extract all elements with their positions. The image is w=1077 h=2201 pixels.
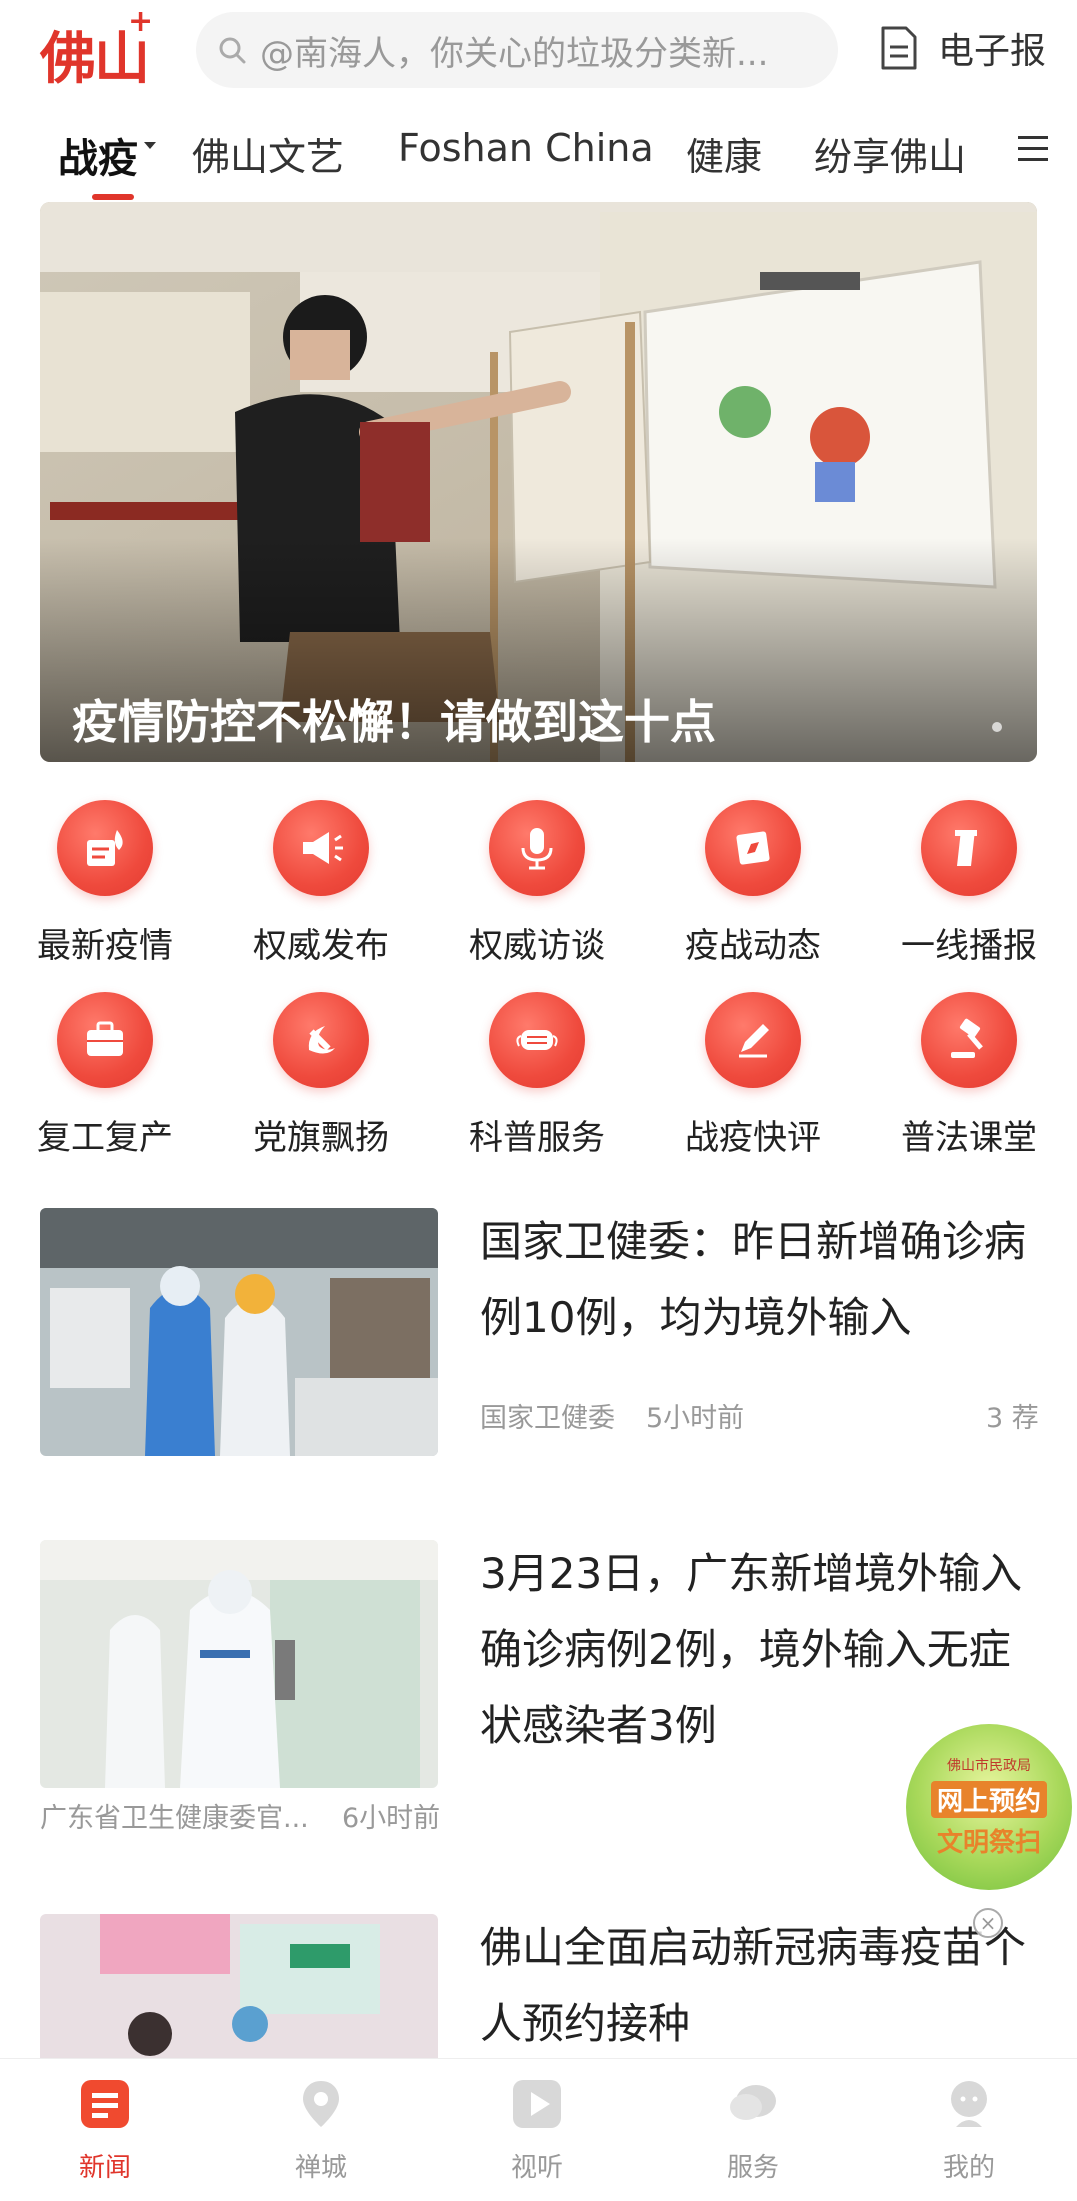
header: 佛山 + @南海人，你关心的垃圾分类新... 电子报 xyxy=(0,0,1077,100)
megaphone-icon xyxy=(273,800,369,896)
nav-label: 视听 xyxy=(510,2153,563,2183)
search-placeholder: @南海人，你关心的垃圾分类新... xyxy=(260,33,769,74)
gavel-icon xyxy=(921,992,1017,1088)
nav-profile[interactable]: 我的 xyxy=(899,2077,1039,2184)
document-icon xyxy=(881,26,917,70)
epaper-label: 电子报 xyxy=(938,31,1047,72)
news-thumbnail xyxy=(40,1540,438,1788)
news-title: 佛山全面启动新冠病毒疫苗个人预约接种 xyxy=(480,1923,1027,2048)
tab-foshan-wenyi[interactable]: 佛山文艺 xyxy=(192,126,344,181)
profile-icon xyxy=(951,2081,987,2127)
grid-item-interview[interactable]: 权威访谈 xyxy=(437,800,637,967)
epaper-button[interactable]: 电子报 xyxy=(880,22,1046,74)
news-title: 国家卫健委：昨日新增确诊病例10例，均为境外输入 xyxy=(480,1217,1027,1342)
nav-label: 新闻 xyxy=(78,2153,131,2183)
chat-icon xyxy=(730,2085,776,2120)
active-tab-indicator xyxy=(92,194,134,200)
close-icon[interactable]: × xyxy=(973,1908,1003,1938)
floating-promo-badge[interactable]: 佛山市民政局 网上预约 文明祭扫 xyxy=(906,1724,1072,1890)
nav-service[interactable]: 服务 xyxy=(683,2077,823,2184)
nav-label: 禅城 xyxy=(294,2153,347,2183)
grid-label: 复工复产 xyxy=(37,1118,173,1158)
grid-label: 一线播报 xyxy=(901,926,1037,966)
hero-banner[interactable]: 疫情防控不松懈！请做到这十点 xyxy=(40,202,1037,762)
channel-tabs: 战疫 佛山文艺 Foshan China 健康 纷享佛山 xyxy=(0,110,1077,200)
news-thumbnail xyxy=(40,1914,438,2058)
hero-caption: 疫情防控不松懈！请做到这十点 xyxy=(72,695,716,749)
tab-fenxiang-foshan[interactable]: 纷享佛山 xyxy=(814,126,966,181)
logo-plus-mark: + xyxy=(128,4,154,39)
menu-icon[interactable] xyxy=(1018,136,1048,162)
nav-label: 服务 xyxy=(726,2153,779,2183)
grid-label: 疫战动态 xyxy=(685,926,821,966)
microphone-icon xyxy=(489,800,585,896)
news-time: 5小时前 xyxy=(646,1403,745,1434)
news-recommend-count: 3 荐 xyxy=(986,1403,1039,1434)
grid-item-party-flag[interactable]: 党旗飘扬 xyxy=(221,992,421,1159)
tab-zhanyi[interactable]: 战疫 xyxy=(58,126,138,184)
nav-news[interactable]: 新闻 xyxy=(35,2077,175,2184)
grid-label: 权威访谈 xyxy=(469,926,605,966)
grid-label: 战疫快评 xyxy=(685,1118,821,1158)
grid-item-resume-work[interactable]: 复工复产 xyxy=(5,992,205,1159)
news-icon xyxy=(81,2080,129,2128)
tab-health[interactable]: 健康 xyxy=(686,126,762,181)
play-icon xyxy=(513,2080,561,2128)
grid-item-commentary[interactable]: 战疫快评 xyxy=(653,992,853,1159)
number-one-icon xyxy=(921,800,1017,896)
grid-item-science-service[interactable]: 科普服务 xyxy=(437,992,637,1159)
grid-item-battle-news[interactable]: 疫战动态 xyxy=(653,800,853,967)
promo-line1: 网上预约 xyxy=(930,1781,1047,1818)
grid-item-official-release[interactable]: 权威发布 xyxy=(221,800,421,967)
news-source: 广东省卫生健康委官... xyxy=(40,1803,309,1834)
mask-icon xyxy=(489,992,585,1088)
promo-org: 佛山市民政局 xyxy=(947,1758,1031,1774)
bottom-navigation: 新闻 禅城 视听 服务 我的 xyxy=(0,2058,1077,2201)
tab-foshan-china[interactable]: Foshan China xyxy=(398,126,654,170)
news-thumbnail xyxy=(40,1208,438,1456)
grid-item-law-class[interactable]: 普法课堂 xyxy=(869,992,1069,1159)
grid-item-frontline[interactable]: 一线播报 xyxy=(869,800,1069,967)
nav-chancheng[interactable]: 禅城 xyxy=(251,2077,391,2184)
news-item[interactable]: 佛山全面启动新冠病毒疫苗个人预约接种 xyxy=(0,1914,1077,2058)
carousel-indicator xyxy=(992,722,1002,732)
location-icon xyxy=(303,2081,339,2127)
compass-icon xyxy=(705,800,801,896)
grid-label: 科普服务 xyxy=(469,1118,605,1158)
grid-label: 最新疫情 xyxy=(37,926,173,966)
document-fire-icon xyxy=(57,800,153,896)
briefcase-icon xyxy=(57,992,153,1088)
grid-label: 权威发布 xyxy=(253,926,389,966)
grid-label: 党旗飘扬 xyxy=(253,1118,389,1158)
news-item[interactable]: 国家卫健委：昨日新增确诊病例10例，均为境外输入 国家卫健委 5小时前 3 荐 xyxy=(0,1208,1077,1478)
nav-label: 我的 xyxy=(942,2153,995,2183)
tab-dropdown-caret-icon[interactable] xyxy=(144,142,156,149)
news-time: 6小时前 xyxy=(342,1803,441,1834)
hammer-sickle-icon xyxy=(273,992,369,1088)
promo-line2: 文明祭扫 xyxy=(936,1828,1041,1858)
nav-media[interactable]: 视听 xyxy=(467,2077,607,2184)
news-source: 国家卫健委 xyxy=(480,1403,615,1434)
search-bar[interactable]: @南海人，你关心的垃圾分类新... xyxy=(196,12,838,88)
hero-image xyxy=(40,202,1037,762)
grid-label: 普法课堂 xyxy=(901,1118,1037,1158)
grid-item-latest-epidemic[interactable]: 最新疫情 xyxy=(5,800,205,967)
search-icon xyxy=(219,37,246,64)
pen-icon xyxy=(705,992,801,1088)
